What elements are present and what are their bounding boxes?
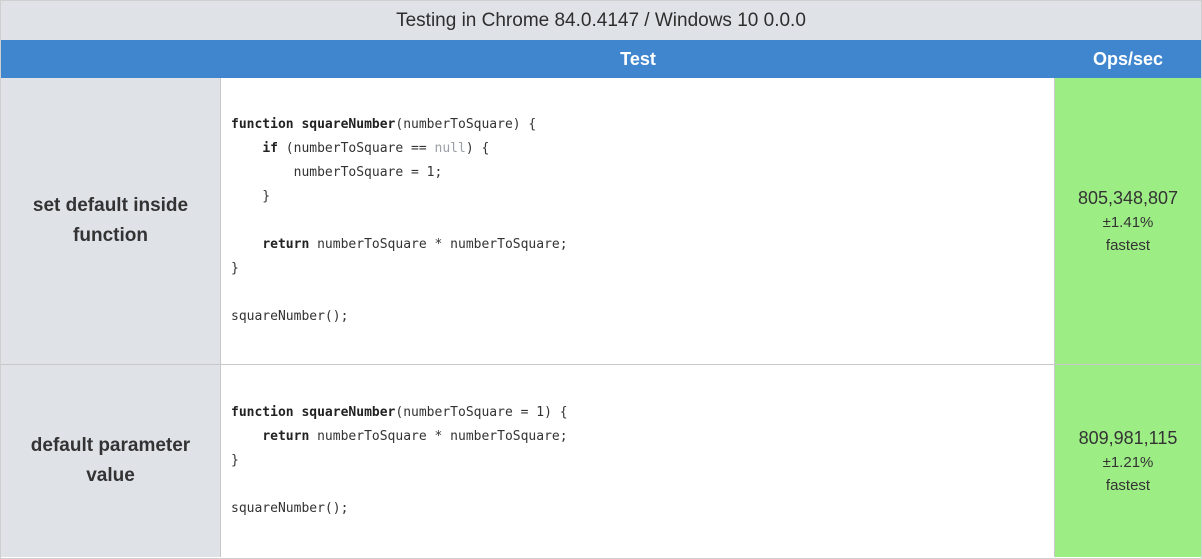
code-text: numberToSquare * numberToSquare; xyxy=(309,429,568,444)
results-header: Test Ops/sec xyxy=(1,40,1201,78)
test-row: set default inside function function squ… xyxy=(1,78,1201,365)
code-text: squareNumber(); xyxy=(231,309,349,324)
test-row: default parameter value function squareN… xyxy=(1,365,1201,557)
test-code: function squareNumber(numberToSquare) { … xyxy=(231,113,568,329)
ops-result-cell: 809,981,115 ±1.21% fastest xyxy=(1055,365,1201,557)
ops-error-margin: ±1.21% xyxy=(1102,454,1154,471)
ops-error-margin: ±1.41% xyxy=(1102,214,1154,231)
ops-rank-label: fastest xyxy=(1105,477,1151,494)
code-text: } xyxy=(231,261,239,276)
test-code: function squareNumber(numberToSquare = 1… xyxy=(231,401,568,521)
code-function-name: squareNumber xyxy=(301,117,396,132)
code-literal: null xyxy=(434,141,466,156)
code-text: ) { xyxy=(465,141,490,156)
code-keyword: function xyxy=(231,117,294,132)
code-keyword: return xyxy=(262,237,310,252)
code-text: } xyxy=(231,189,271,204)
code-keyword: function xyxy=(231,405,294,420)
header-ops-sec: Ops/sec xyxy=(1092,49,1164,69)
code-text: (numberToSquare = 1) { xyxy=(395,405,568,420)
code-text: numberToSquare = 1; xyxy=(231,165,443,180)
results-caption: Testing in Chrome 84.0.4147 / Windows 10… xyxy=(1,1,1201,40)
code-text: } xyxy=(231,453,239,468)
test-name: default parameter value xyxy=(1,365,221,557)
code-text: numberToSquare * numberToSquare; xyxy=(309,237,568,252)
code-text: squareNumber(); xyxy=(231,501,349,516)
header-test: Test xyxy=(620,49,656,69)
ops-rank-label: fastest xyxy=(1105,237,1151,254)
ops-per-sec-value: 809,981,115 xyxy=(1078,428,1178,448)
ops-per-sec-value: 805,348,807 xyxy=(1077,188,1179,208)
code-text: (numberToSquare == xyxy=(277,141,435,156)
code-function-name: squareNumber xyxy=(301,405,396,420)
header-name-cell xyxy=(1,40,221,78)
code-text: (numberToSquare) { xyxy=(395,117,537,132)
benchmark-results: Testing in Chrome 84.0.4147 / Windows 10… xyxy=(0,0,1202,559)
test-code-cell: function squareNumber(numberToSquare = 1… xyxy=(221,365,1055,557)
test-code-cell: function squareNumber(numberToSquare) { … xyxy=(221,78,1055,364)
ops-result-cell: 805,348,807 ±1.41% fastest xyxy=(1055,78,1201,364)
code-keyword: if xyxy=(262,141,278,156)
test-name: set default inside function xyxy=(1,78,221,364)
code-keyword: return xyxy=(262,429,310,444)
